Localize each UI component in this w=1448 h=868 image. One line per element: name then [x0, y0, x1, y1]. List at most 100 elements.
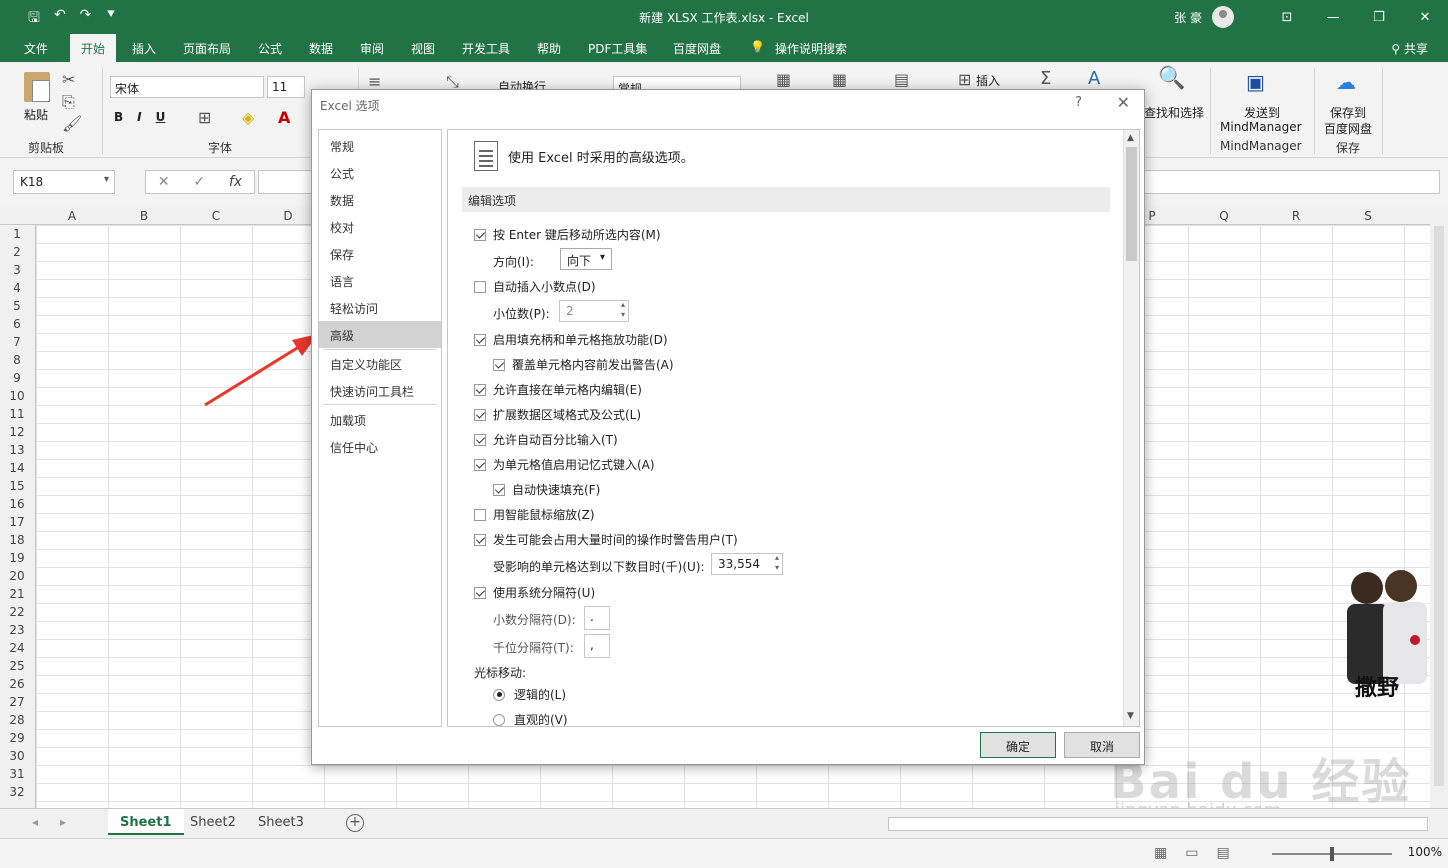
overwrite-alert-checkbox[interactable]	[493, 358, 505, 371]
row-header[interactable]: 4	[0, 279, 34, 297]
row-header[interactable]: 29	[0, 729, 34, 747]
page-layout-view-icon[interactable]: ▭	[1185, 845, 1198, 861]
baidu-pan-icon[interactable]: ☁	[1336, 70, 1356, 94]
row-header[interactable]: 12	[0, 423, 34, 441]
tab-view[interactable]: 视图	[411, 40, 435, 57]
column-header[interactable]: A	[36, 209, 108, 223]
row-header[interactable]: 1	[0, 225, 34, 243]
tab-insert[interactable]: 插入	[132, 40, 156, 57]
find-icon[interactable]: 🔍	[1158, 66, 1185, 91]
row-header[interactable]: 7	[0, 333, 34, 351]
sheet-tab-3[interactable]: Sheet3	[246, 809, 316, 835]
row-header[interactable]: 9	[0, 369, 34, 387]
row-header[interactable]: 21	[0, 585, 34, 603]
auto-percent-option[interactable]: 允许自动百分比输入(T)	[474, 431, 618, 448]
row-header[interactable]: 16	[0, 495, 34, 513]
font-color-icon[interactable]: A	[278, 108, 290, 127]
close-button[interactable]: ✕	[1402, 10, 1448, 25]
row-header[interactable]: 27	[0, 693, 34, 711]
italic-button[interactable]: I	[137, 110, 141, 124]
row-header[interactable]: 13	[0, 441, 34, 459]
share-button[interactable]: ⚲ 共享	[1391, 40, 1428, 57]
normal-view-icon[interactable]: ▦	[1154, 845, 1167, 861]
extend-formats-checkbox[interactable]	[474, 408, 486, 421]
mindmanager-label[interactable]: MindManager	[1220, 120, 1302, 134]
extend-formats-option[interactable]: 扩展数据区域格式及公式(L)	[474, 406, 641, 423]
tab-page-layout[interactable]: 页面布局	[183, 40, 231, 57]
tab-help[interactable]: 帮助	[537, 40, 561, 57]
row-header[interactable]: 11	[0, 405, 34, 423]
insert-cells-button[interactable]: 插入	[976, 72, 1000, 89]
row-header[interactable]: 18	[0, 531, 34, 549]
maximize-button[interactable]: ❐	[1356, 10, 1402, 25]
row-header[interactable]: 17	[0, 513, 34, 531]
autosum-icon[interactable]: Σ	[1040, 68, 1051, 89]
save-to-label[interactable]: 保存到	[1330, 104, 1366, 121]
paste-label[interactable]: 粘贴	[24, 106, 48, 123]
row-header[interactable]: 30	[0, 747, 34, 765]
page-break-view-icon[interactable]: ▤	[1216, 845, 1229, 861]
tab-developer[interactable]: 开发工具	[462, 40, 510, 57]
paste-icon[interactable]	[24, 72, 50, 102]
decimal-separator-input[interactable]: .	[584, 606, 610, 630]
tab-formulas[interactable]: 公式	[258, 40, 282, 57]
direction-select[interactable]: 向下	[560, 248, 612, 270]
row-header[interactable]: 15	[0, 477, 34, 495]
edit-in-cell-option[interactable]: 允许直接在单元格内编辑(E)	[474, 381, 642, 398]
name-box[interactable]: K18	[13, 170, 115, 194]
system-separators-checkbox[interactable]	[474, 586, 486, 599]
enter-move-checkbox[interactable]	[474, 228, 486, 241]
nav-item-advanced[interactable]: 高级	[319, 321, 441, 348]
auto-percent-checkbox[interactable]	[474, 433, 486, 446]
mindmanager-icon[interactable]: ▣	[1246, 70, 1265, 94]
scroll-up-icon[interactable]: ▲	[1127, 133, 1134, 143]
auto-decimal-checkbox[interactable]	[474, 280, 486, 293]
scroll-down-icon[interactable]: ▼	[1127, 711, 1134, 721]
horizontal-scrollbar[interactable]	[888, 817, 1428, 831]
confirm-icon[interactable]: ✓	[193, 174, 205, 190]
prev-sheet-icon[interactable]: ◂	[32, 815, 38, 829]
cancel-icon[interactable]: ✕	[158, 174, 170, 190]
row-header[interactable]: 6	[0, 315, 34, 333]
options-scroll-thumb[interactable]	[1126, 147, 1137, 261]
row-header[interactable]: 31	[0, 765, 34, 783]
row-header[interactable]: 10	[0, 387, 34, 405]
nav-item-save[interactable]: 保存	[319, 240, 441, 267]
row-header[interactable]: 2	[0, 243, 34, 261]
bold-button[interactable]: B	[114, 110, 123, 124]
intellimouse-option[interactable]: 用智能鼠标缩放(Z)	[474, 506, 595, 523]
table-format-icon[interactable]: ▦	[832, 70, 847, 89]
find-select-button[interactable]: 查找和选择	[1144, 104, 1204, 121]
alert-long-ops-option[interactable]: 发生可能会占用大量时间的操作时警告用户(T)	[474, 531, 738, 548]
decimal-places-spinner[interactable]: 2	[559, 300, 629, 322]
cut-icon[interactable]: ✂	[62, 70, 75, 89]
fx-icon[interactable]: fx	[229, 174, 242, 190]
format-painter-icon[interactable]: 🖌	[62, 114, 82, 133]
send-to-label[interactable]: 发送到	[1244, 104, 1280, 121]
tab-review[interactable]: 审阅	[360, 40, 384, 57]
next-sheet-icon[interactable]: ▸	[60, 815, 66, 829]
ribbon-display-button[interactable]: ⊡	[1264, 10, 1310, 25]
logical-radio[interactable]	[493, 688, 505, 701]
nav-item-data[interactable]: 数据	[319, 186, 441, 213]
row-header[interactable]: 23	[0, 621, 34, 639]
sort-filter-icon[interactable]: A	[1088, 68, 1100, 89]
fill-handle-checkbox[interactable]	[474, 333, 486, 346]
conditional-format-icon[interactable]: ▦	[776, 70, 791, 89]
nav-item-quick-access-toolbar[interactable]: 快速访问工具栏	[319, 377, 441, 404]
column-header[interactable]: R	[1260, 209, 1332, 223]
row-header[interactable]: 14	[0, 459, 34, 477]
auto-decimal-option[interactable]: 自动插入小数点(D)	[474, 278, 596, 295]
logical-option[interactable]: 逻辑的(L)	[493, 686, 566, 703]
zoom-level[interactable]: 100%	[1408, 845, 1442, 859]
nav-item-add-ins[interactable]: 加载项	[319, 406, 441, 433]
border-icon[interactable]: ⊞	[198, 108, 211, 127]
tab-file[interactable]: 文件	[24, 40, 48, 57]
row-header[interactable]: 20	[0, 567, 34, 585]
sheet-tab-1[interactable]: Sheet1	[108, 809, 184, 835]
column-header[interactable]: C	[180, 209, 252, 223]
zoom-slider[interactable]	[1272, 847, 1392, 861]
flash-fill-checkbox[interactable]	[493, 483, 505, 496]
row-header[interactable]: 8	[0, 351, 34, 369]
font-name-select[interactable]: 宋体	[110, 76, 264, 98]
